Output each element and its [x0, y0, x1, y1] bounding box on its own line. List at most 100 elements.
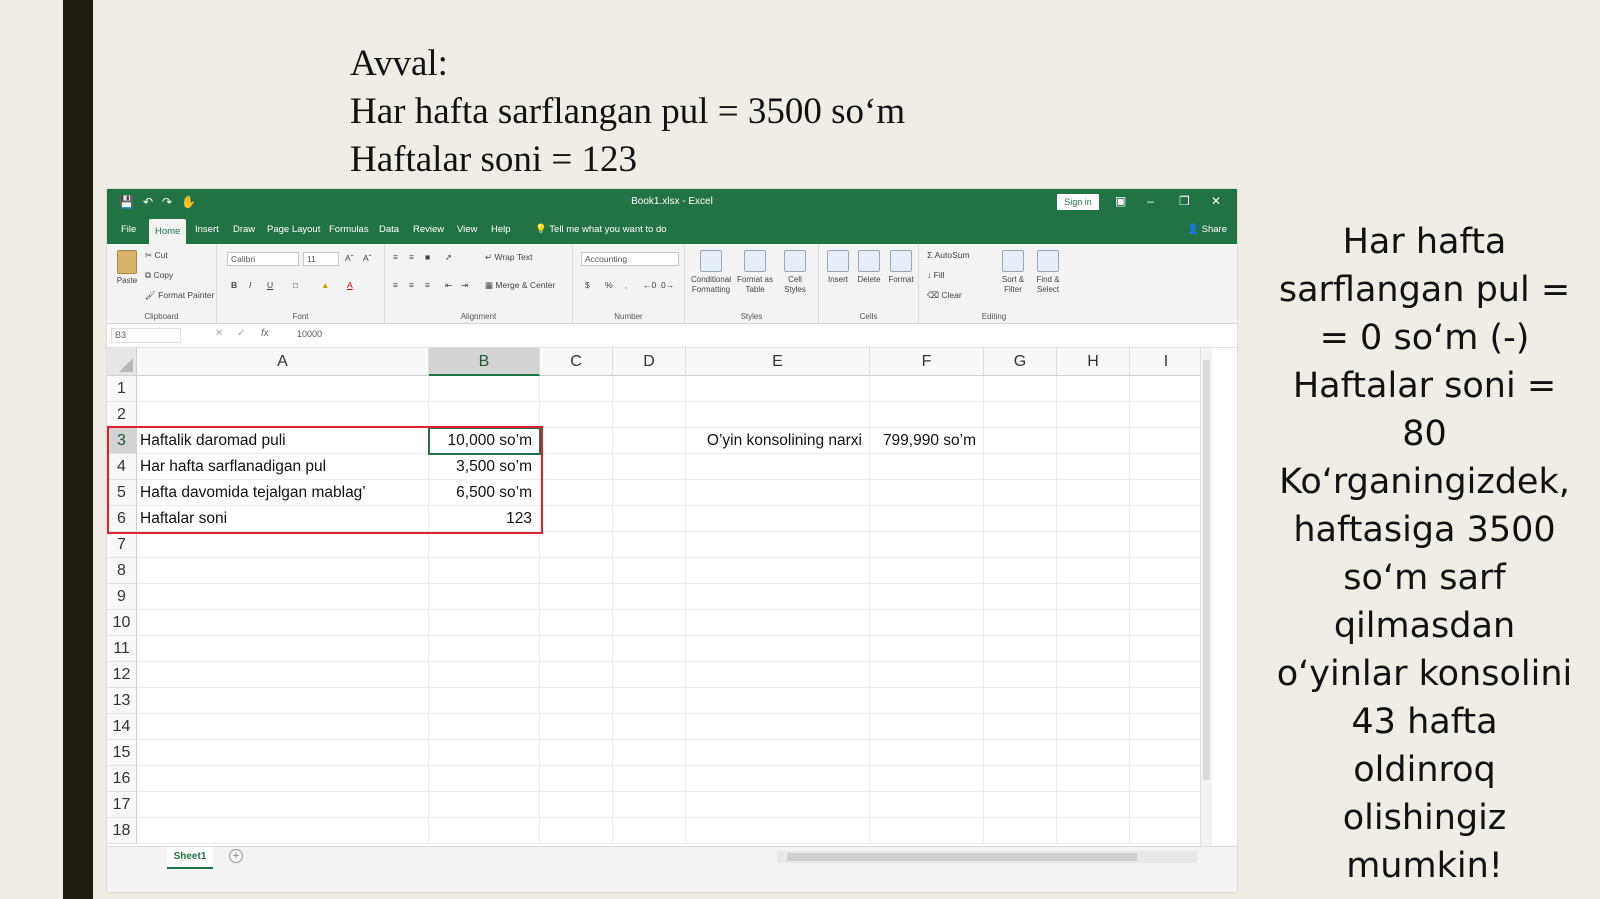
formula-bar: B3 ✕ ✓ fx 10000 — [107, 324, 1237, 348]
row-header[interactable]: 10 — [107, 610, 137, 636]
tell-me-search[interactable]: 💡 Tell me what you want to do — [535, 216, 667, 244]
borders-icon[interactable]: □ — [293, 280, 298, 290]
format-as-table-button[interactable]: Format as Table — [735, 250, 775, 295]
slide-heading: Avval: Har hafta sarflangan pul = 3500 s… — [350, 40, 905, 184]
row-header[interactable]: 8 — [107, 558, 137, 584]
format-cells-button[interactable]: Format — [885, 250, 917, 285]
tab-page-layout[interactable]: Page Layout — [261, 216, 326, 244]
cut-button[interactable]: ✂ Cut — [145, 250, 168, 261]
share-label: Share — [1201, 224, 1227, 235]
sign-in-button[interactable]: Sign in — [1057, 194, 1099, 210]
align-right-icon[interactable]: ≡ — [425, 280, 430, 290]
row-header[interactable]: 1 — [107, 376, 137, 402]
insert-cells-button[interactable]: Insert — [823, 250, 853, 285]
sheet-tab[interactable]: Sheet1 — [167, 847, 213, 869]
find-select-button[interactable]: Find & Select — [1031, 250, 1065, 295]
decrease-decimal-icon[interactable]: 0→ — [661, 280, 674, 290]
name-box[interactable]: B3 — [111, 328, 181, 343]
sort-filter-button[interactable]: Sort & Filter — [997, 250, 1029, 295]
row-header[interactable]: 15 — [107, 740, 137, 766]
currency-button[interactable]: $ — [585, 280, 590, 290]
wrap-text-button[interactable]: ↵ Wrap Text — [485, 252, 532, 263]
scroll-thumb[interactable] — [787, 853, 1137, 861]
restore-icon[interactable]: ❐ — [1179, 194, 1190, 208]
row-header[interactable]: 13 — [107, 688, 137, 714]
bold-button[interactable]: B — [231, 280, 237, 290]
tab-insert[interactable]: Insert — [189, 216, 225, 244]
column-header-b[interactable]: B — [429, 348, 540, 376]
conditional-formatting-button[interactable]: Conditional Formatting — [689, 250, 733, 295]
align-center-icon[interactable]: ≡ — [409, 280, 414, 290]
add-sheet-icon[interactable]: + — [229, 849, 243, 863]
tab-data[interactable]: Data — [373, 216, 405, 244]
merge-center-button[interactable]: ▦ Merge & Center — [485, 280, 555, 291]
tab-view[interactable]: View — [451, 216, 483, 244]
vertical-scrollbar[interactable] — [1200, 348, 1212, 848]
font-size-select[interactable]: 11 — [303, 252, 339, 266]
increase-indent-icon[interactable]: ⇥ — [461, 280, 468, 291]
increase-decimal-icon[interactable]: ←0 — [643, 280, 656, 290]
tab-help[interactable]: Help — [485, 216, 517, 244]
underline-button[interactable]: U — [267, 280, 273, 290]
row-header[interactable]: 2 — [107, 402, 137, 428]
tab-review[interactable]: Review — [407, 216, 450, 244]
row-header[interactable]: 18 — [107, 818, 137, 844]
formula-input[interactable]: 10000 — [297, 329, 322, 339]
column-header-f[interactable]: F — [870, 348, 984, 376]
copy-button[interactable]: ⧉ Copy — [145, 270, 173, 281]
delete-cells-button[interactable]: Delete — [853, 250, 885, 285]
tab-file[interactable]: File — [115, 216, 142, 244]
cell-styles-button[interactable]: Cell Styles — [777, 250, 813, 295]
tab-draw[interactable]: Draw — [227, 216, 261, 244]
fill-button[interactable]: ↓ Fill — [927, 270, 944, 280]
cancel-icon[interactable]: ✕ — [215, 328, 223, 339]
percent-button[interactable]: % — [605, 280, 613, 290]
row-header[interactable]: 16 — [107, 766, 137, 792]
paste-button[interactable]: Paste — [113, 250, 141, 286]
column-header-d[interactable]: D — [613, 348, 686, 376]
align-left-icon[interactable]: ≡ — [393, 280, 398, 290]
horizontal-scrollbar[interactable] — [777, 851, 1197, 863]
minimize-icon[interactable]: – — [1147, 194, 1154, 208]
font-color-button[interactable]: A — [347, 280, 353, 290]
column-header-a[interactable]: A — [137, 348, 429, 376]
close-icon[interactable]: ✕ — [1211, 194, 1221, 208]
row-header[interactable]: 14 — [107, 714, 137, 740]
decrease-indent-icon[interactable]: ⇤ — [445, 280, 452, 291]
tab-home[interactable]: Home — [149, 219, 187, 244]
format-painter-button[interactable]: 🖌 Format Painter — [145, 290, 214, 301]
align-top-icon[interactable]: ≡ — [393, 252, 398, 262]
column-header-h[interactable]: H — [1057, 348, 1130, 376]
number-format-select[interactable]: Accounting — [581, 252, 679, 266]
clear-button[interactable]: ⌫ Clear — [927, 290, 962, 301]
cell-console-label[interactable]: O’yin konsolining narxi — [686, 428, 870, 454]
row-header[interactable]: 17 — [107, 792, 137, 818]
orientation-icon[interactable]: ➚ — [445, 252, 452, 263]
row-header[interactable]: 9 — [107, 584, 137, 610]
column-header-c[interactable]: C — [540, 348, 613, 376]
align-bottom-icon[interactable]: ■ — [425, 252, 430, 262]
column-header-g[interactable]: G — [984, 348, 1057, 376]
cell-console-price[interactable]: 799,990 so’m — [870, 428, 984, 454]
function-icon[interactable]: fx — [261, 328, 269, 339]
align-middle-icon[interactable]: ≡ — [409, 252, 414, 262]
enter-icon[interactable]: ✓ — [237, 328, 245, 339]
worksheet-grid[interactable]: A B C D E F G H I 1 2 3 4 5 6 7 8 9 10 11 12 13 14 15 16 17 18 Haft… — [107, 348, 1223, 864]
share-button[interactable]: 👤 Share — [1187, 216, 1227, 244]
scroll-thumb[interactable] — [1203, 360, 1210, 780]
font-name-select[interactable]: Calibri — [227, 252, 299, 266]
comma-style-icon[interactable]: ‚ — [625, 280, 627, 290]
font-shrink-icon[interactable]: Aˇ — [363, 253, 372, 263]
ribbon-display-icon[interactable]: ▣ — [1115, 194, 1126, 208]
autosum-button[interactable]: Σ AutoSum — [927, 250, 970, 260]
column-header-e[interactable]: E — [686, 348, 870, 376]
row-header[interactable]: 12 — [107, 662, 137, 688]
row-header[interactable]: 11 — [107, 636, 137, 662]
select-all-corner[interactable] — [107, 348, 137, 376]
fill-color-icon[interactable]: ▲ — [321, 280, 329, 290]
italic-button[interactable]: I — [249, 280, 251, 290]
tab-formulas[interactable]: Formulas — [323, 216, 375, 244]
font-grow-icon[interactable]: Aˆ — [345, 253, 354, 263]
column-header-i[interactable]: I — [1130, 348, 1203, 376]
row-header[interactable]: 7 — [107, 532, 137, 558]
